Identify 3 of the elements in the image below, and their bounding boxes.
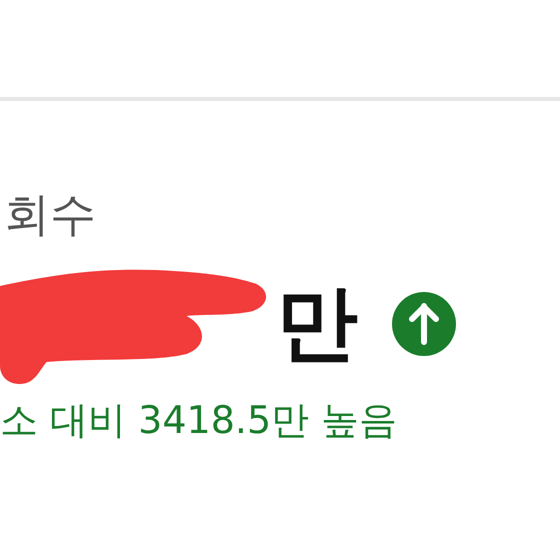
metric-label: 회수 — [4, 186, 97, 242]
metric-value: 만 — [276, 276, 358, 372]
comparison-text: 소 대비 3418.5만 높음 — [0, 397, 398, 444]
